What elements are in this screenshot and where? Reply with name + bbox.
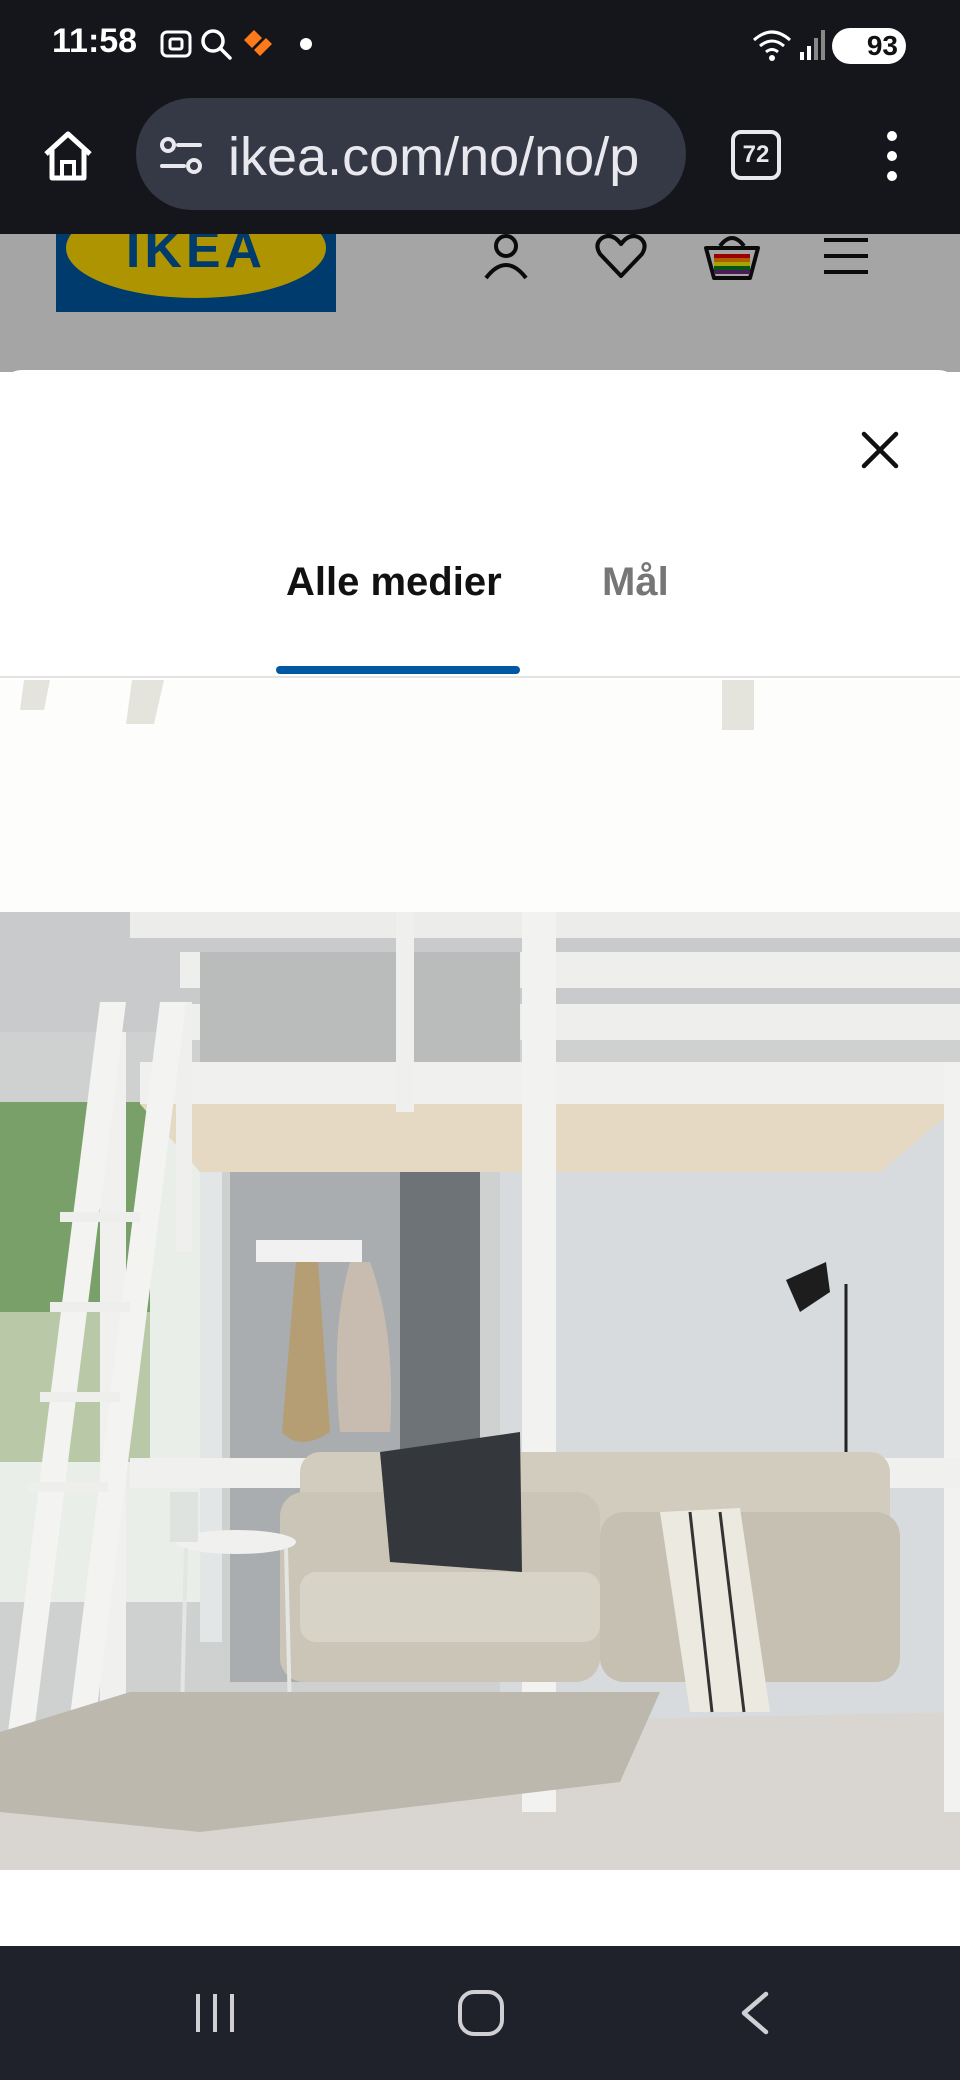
close-icon[interactable] (860, 430, 900, 470)
tab-all-media[interactable]: Alle medier (286, 560, 502, 605)
wifi-icon (753, 30, 791, 61)
more-icon[interactable] (872, 128, 912, 184)
app-notification-icon (244, 30, 272, 56)
tab-dimensions[interactable]: Mål (602, 560, 669, 605)
active-tab-indicator (276, 666, 520, 674)
home-nav-icon[interactable] (456, 1988, 506, 2038)
screenshot-icon (160, 30, 192, 58)
loft-bed-room-illustration (0, 912, 960, 1870)
home-icon[interactable] (40, 128, 96, 184)
battery-icon: 93 (832, 28, 906, 64)
status-time: 11:58 (52, 22, 138, 60)
tabs-icon[interactable]: 72 (731, 130, 781, 180)
url-text[interactable]: ikea.com/no/no/p (228, 126, 664, 188)
signal-icon (800, 30, 825, 60)
media-modal: Alle medier Mål (0, 370, 960, 1950)
product-photo-room[interactable] (0, 912, 960, 1870)
modal-backdrop[interactable] (0, 234, 960, 372)
tabs-divider (0, 676, 960, 678)
search-icon (201, 29, 232, 60)
dot-icon (300, 38, 312, 50)
recent-apps-icon[interactable] (190, 1990, 240, 2036)
back-icon[interactable] (736, 1990, 772, 2036)
product-image-partial (0, 680, 960, 926)
site-settings-icon[interactable] (158, 134, 204, 178)
loft-bed-legs-illustration (20, 680, 754, 730)
